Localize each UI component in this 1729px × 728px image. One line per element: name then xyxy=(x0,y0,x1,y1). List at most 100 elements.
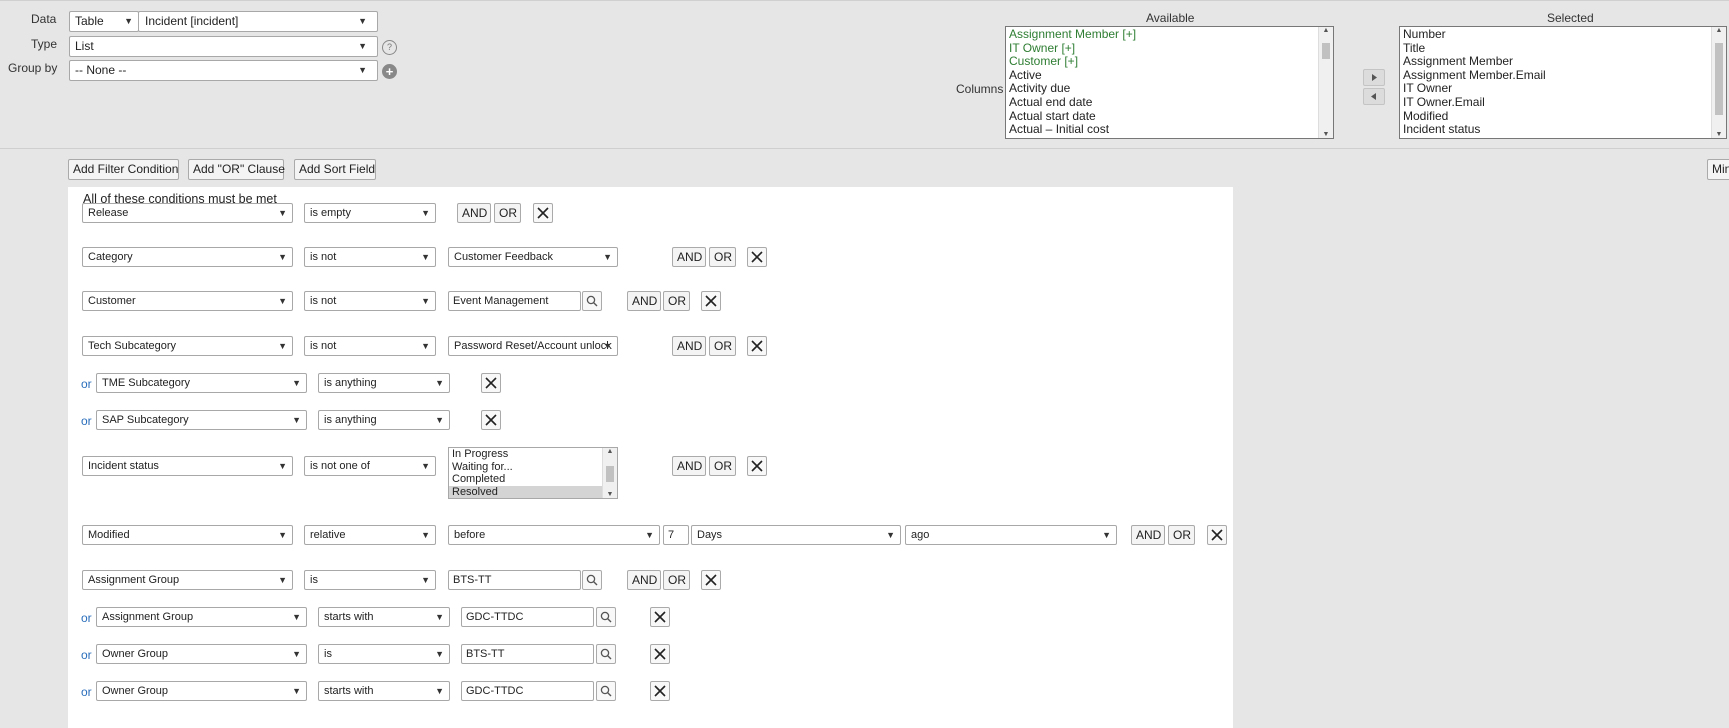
field-select[interactable]: Owner Group ▼ xyxy=(96,681,307,701)
lookup-button[interactable] xyxy=(596,681,616,701)
minimize-button[interactable]: Min xyxy=(1707,159,1729,180)
or-button[interactable]: OR xyxy=(663,291,690,311)
remove-condition-button[interactable] xyxy=(481,410,501,430)
selected-scrollbar[interactable]: ▲ ▼ xyxy=(1711,27,1726,138)
operator-select[interactable]: is empty ▼ xyxy=(304,203,436,223)
value-input[interactable]: BTS-TT xyxy=(448,570,581,590)
field-select[interactable]: Incident status ▼ xyxy=(82,456,293,476)
or-button[interactable]: OR xyxy=(709,456,736,476)
remove-condition-button[interactable] xyxy=(747,247,767,267)
remove-column-arrow-button[interactable] xyxy=(1363,88,1385,105)
remove-condition-button[interactable] xyxy=(650,607,670,627)
and-button[interactable]: AND xyxy=(627,291,661,311)
status-scrollbar[interactable]: ▲ ▼ xyxy=(602,448,617,498)
operator-select[interactable]: is not ▼ xyxy=(304,247,436,267)
status-option[interactable]: In Progress xyxy=(449,448,617,461)
field-select[interactable]: Modified ▼ xyxy=(82,525,293,545)
selected-columns-list[interactable]: Number Title Assignment Member Assignment M… xyxy=(1399,26,1727,139)
and-button[interactable]: AND xyxy=(672,247,706,267)
status-option[interactable]: Resolved xyxy=(449,485,617,498)
remove-condition-button[interactable] xyxy=(701,570,721,590)
operator-select[interactable]: is ▼ xyxy=(304,570,436,590)
or-button[interactable]: OR xyxy=(494,203,521,223)
field-select[interactable]: Release ▼ xyxy=(82,203,293,223)
relative-amount-input[interactable]: 7 xyxy=(663,525,689,545)
selected-column-item[interactable]: Title xyxy=(1400,41,1726,56)
selected-column-item[interactable]: IT Owner xyxy=(1400,82,1726,96)
add-sort-field-button[interactable]: Add Sort Field xyxy=(294,159,376,180)
add-column-arrow-button[interactable] xyxy=(1363,69,1385,86)
relative-unit-select[interactable]: Days ▼ xyxy=(691,525,901,545)
table-select[interactable]: Incident [incident] ▼ xyxy=(138,11,378,32)
field-select[interactable]: SAP Subcategory ▼ xyxy=(96,410,307,430)
or-button[interactable]: OR xyxy=(663,570,690,590)
or-button[interactable]: OR xyxy=(709,247,736,267)
field-select[interactable]: Assignment Group ▼ xyxy=(96,607,307,627)
selected-column-item[interactable]: Modified xyxy=(1400,109,1726,124)
remove-condition-button[interactable] xyxy=(481,373,501,393)
selected-column-item[interactable]: Assignment Member.Email xyxy=(1400,68,1726,83)
operator-select[interactable]: is not ▼ xyxy=(304,291,436,311)
help-icon[interactable]: ? xyxy=(382,40,397,55)
add-filter-condition-button[interactable]: Add Filter Condition xyxy=(68,159,179,180)
remove-condition-button[interactable] xyxy=(747,336,767,356)
field-select[interactable]: Customer ▼ xyxy=(82,291,293,311)
and-button[interactable]: AND xyxy=(1131,525,1165,545)
operator-select[interactable]: is not one of ▼ xyxy=(304,456,436,476)
field-select[interactable]: Owner Group ▼ xyxy=(96,644,307,664)
available-column-item[interactable]: Assignment Member [+] xyxy=(1006,27,1333,42)
field-select[interactable]: TME Subcategory ▼ xyxy=(96,373,307,393)
status-multiselect[interactable]: In Progress Waiting for... Completed Resolv… xyxy=(448,447,618,499)
remove-condition-button[interactable] xyxy=(533,203,553,223)
and-button[interactable]: AND xyxy=(457,203,491,223)
operator-select[interactable]: is ▼ xyxy=(318,644,450,664)
and-button[interactable]: AND xyxy=(627,570,661,590)
available-column-item[interactable]: IT Owner [+] xyxy=(1006,41,1333,56)
available-column-item[interactable]: Customer [+] xyxy=(1006,55,1333,69)
available-scrollbar[interactable]: ▲ ▼ xyxy=(1318,27,1333,138)
selected-column-item[interactable]: IT Owner.Email xyxy=(1400,95,1726,110)
value-input[interactable]: Event Management xyxy=(448,291,581,311)
and-button[interactable]: AND xyxy=(672,456,706,476)
and-button[interactable]: AND xyxy=(672,336,706,356)
remove-condition-button[interactable] xyxy=(747,456,767,476)
value-input[interactable]: GDC-TTDC xyxy=(461,607,594,627)
operator-select[interactable]: is anything ▼ xyxy=(318,410,450,430)
lookup-button[interactable] xyxy=(596,607,616,627)
value-input[interactable]: GDC-TTDC xyxy=(461,681,594,701)
value-select[interactable]: Customer Feedback ▼ xyxy=(448,247,618,267)
relative-direction-select[interactable]: before ▼ xyxy=(448,525,660,545)
lookup-button[interactable] xyxy=(596,644,616,664)
selected-column-item[interactable]: Incident status xyxy=(1400,123,1726,137)
groupby-select[interactable]: -- None -- ▼ xyxy=(69,60,378,81)
lookup-button[interactable] xyxy=(582,570,602,590)
data-source-select[interactable]: Table ▼ xyxy=(69,11,139,32)
type-select[interactable]: List ▼ xyxy=(69,36,378,57)
remove-condition-button[interactable] xyxy=(701,291,721,311)
add-or-clause-button[interactable]: Add "OR" Clause xyxy=(188,159,285,180)
remove-condition-button[interactable] xyxy=(650,644,670,664)
available-column-item[interactable]: Actual start date xyxy=(1006,109,1333,124)
available-column-item[interactable]: Actual – Initial cost xyxy=(1006,123,1333,137)
selected-column-item[interactable]: Assignment Member xyxy=(1400,55,1726,69)
value-input[interactable]: BTS-TT xyxy=(461,644,594,664)
operator-select[interactable]: starts with ▼ xyxy=(318,607,450,627)
remove-condition-button[interactable] xyxy=(1207,525,1227,545)
available-columns-list[interactable]: Assignment Member [+] IT Owner [+] Custome… xyxy=(1005,26,1334,139)
status-option[interactable]: Waiting for... xyxy=(449,461,617,474)
available-column-item[interactable]: Activity due xyxy=(1006,82,1333,96)
remove-condition-button[interactable] xyxy=(650,681,670,701)
operator-select[interactable]: starts with ▼ xyxy=(318,681,450,701)
field-select[interactable]: Assignment Group ▼ xyxy=(82,570,293,590)
available-column-item[interactable]: Actual end date xyxy=(1006,95,1333,110)
operator-select[interactable]: is anything ▼ xyxy=(318,373,450,393)
selected-column-item[interactable]: Number xyxy=(1400,27,1726,42)
field-select[interactable]: Category ▼ xyxy=(82,247,293,267)
add-group-icon[interactable]: + xyxy=(382,64,397,79)
relative-when-select[interactable]: ago ▼ xyxy=(905,525,1117,545)
operator-select[interactable]: is not ▼ xyxy=(304,336,436,356)
field-select[interactable]: Tech Subcategory ▼ xyxy=(82,336,293,356)
status-option[interactable]: Completed xyxy=(449,473,617,486)
value-select[interactable]: Password Reset/Account unlock ▼ xyxy=(448,336,618,356)
or-button[interactable]: OR xyxy=(709,336,736,356)
